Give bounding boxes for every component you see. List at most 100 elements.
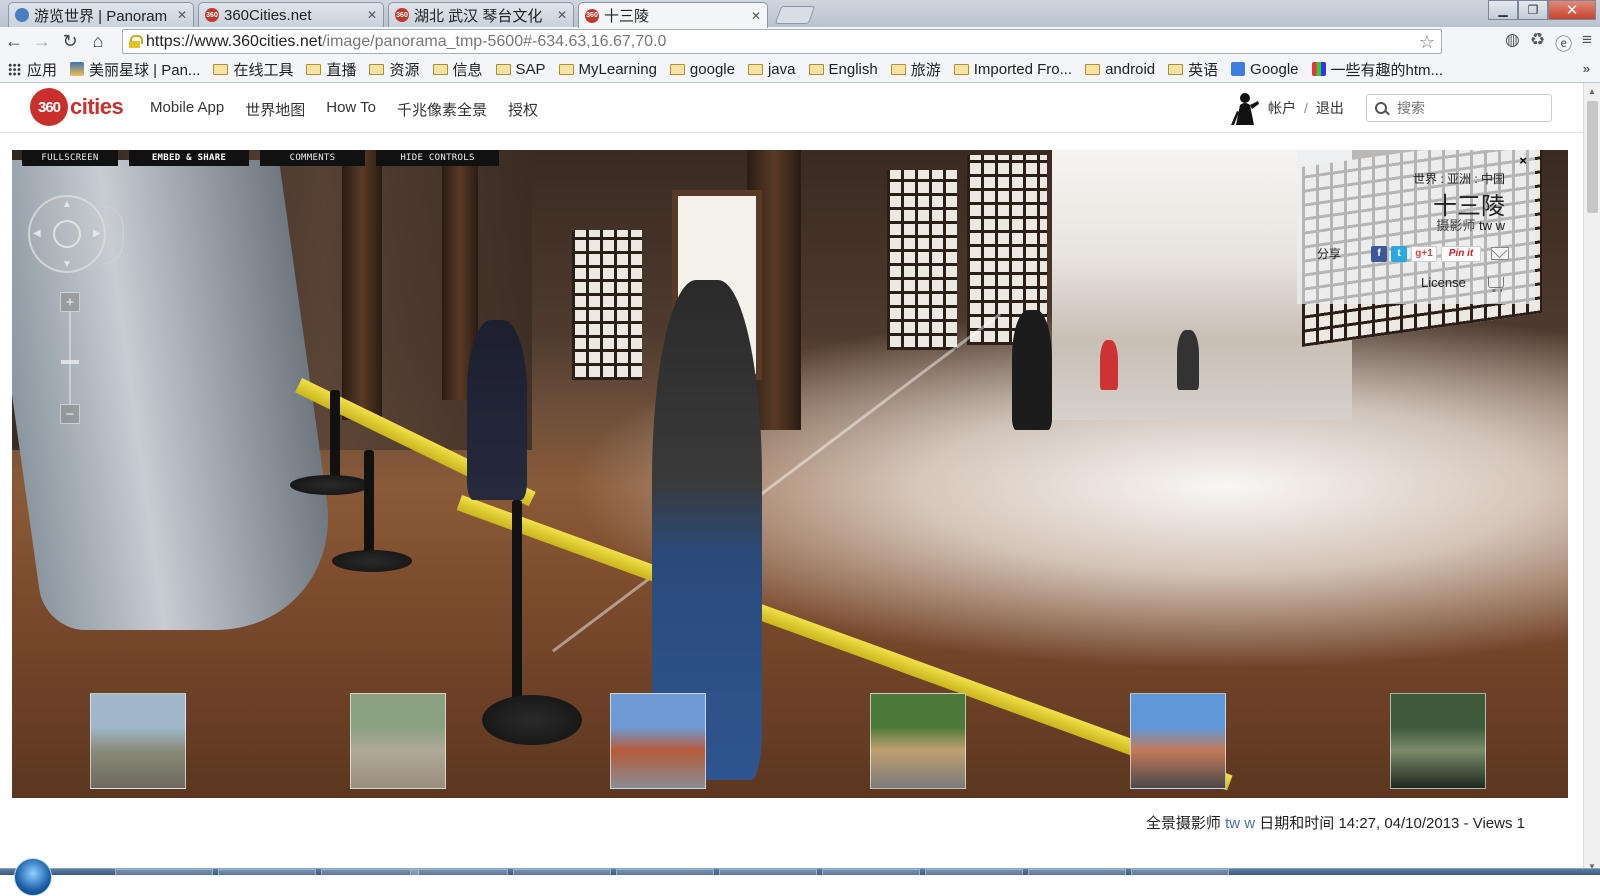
thumbnail-plaza-gate[interactable] xyxy=(610,693,706,789)
recycle-extension-icon[interactable]: ♻ xyxy=(1530,30,1545,55)
taskbar-item[interactable] xyxy=(410,869,508,875)
bookmark-folder[interactable]: Imported Fro... xyxy=(953,61,1072,78)
taskbar-item[interactable] xyxy=(1131,869,1229,875)
bookmark-google[interactable]: Google xyxy=(1231,61,1299,78)
bookmark-apps[interactable]: 应用 xyxy=(8,59,57,80)
taskbar-item[interactable] xyxy=(321,869,419,875)
bookmark-folder[interactable]: android xyxy=(1085,61,1155,78)
windows-start-button[interactable] xyxy=(14,858,52,896)
bookmarks-overflow-icon[interactable]: » xyxy=(1583,61,1590,76)
nav-license[interactable]: 授权 xyxy=(508,99,538,120)
zoom-slider[interactable] xyxy=(61,312,79,404)
bookmark-folder[interactable]: 信息 xyxy=(432,59,483,80)
zoom-in-button[interactable]: + xyxy=(60,292,80,312)
arrow-up-icon[interactable]: ▲ xyxy=(62,199,72,210)
taskbar-item[interactable] xyxy=(616,869,714,875)
search-icon[interactable] xyxy=(1375,102,1387,114)
browser-tab-3[interactable]: 360 湖北 武汉 琴台文化 ✕ xyxy=(388,2,574,27)
pan-control-ring[interactable]: ▲ ▼ ◀ ▶ xyxy=(28,195,106,273)
fullscreen-button[interactable]: FULLSCREEN xyxy=(22,150,118,166)
close-icon[interactable]: × xyxy=(1519,153,1527,168)
bookmark-folder[interactable]: 在线工具 xyxy=(213,59,293,80)
zoom-handle[interactable] xyxy=(61,360,79,364)
logout-link[interactable]: 退出 xyxy=(1316,98,1344,118)
tab-close-icon[interactable]: ✕ xyxy=(751,9,761,23)
address-bar[interactable]: https://www.360cities.net/image/panorama… xyxy=(122,29,1442,54)
globe-extension-icon[interactable]: ◍ xyxy=(1505,30,1520,55)
bookmark-folder[interactable]: java xyxy=(747,61,796,78)
pinterest-icon[interactable]: Pin it xyxy=(1441,245,1482,262)
menu-icon[interactable]: ≡ xyxy=(1582,30,1592,55)
scroll-up-icon[interactable]: ▲ xyxy=(1588,87,1596,96)
bookmark-folder[interactable]: SAP xyxy=(495,61,546,78)
taskbar-item[interactable] xyxy=(925,869,1023,875)
home-icon[interactable]: ⌂ xyxy=(84,31,112,52)
photographer-link[interactable]: tw w xyxy=(1479,218,1505,233)
minimize-button[interactable]: ▁ xyxy=(1488,0,1518,20)
panorama-viewer[interactable]: FULLSCREEN EMBED & SHARE COMMENTS HIDE C… xyxy=(12,150,1568,798)
location-breadcrumb[interactable]: 世界 : 亚洲 : 中国 xyxy=(1413,170,1505,187)
bookmark-folder[interactable]: English xyxy=(808,61,878,78)
nav-how-to[interactable]: How To xyxy=(326,99,376,120)
browser-tab-2[interactable]: 360 360Cities.net ✕ xyxy=(198,2,384,27)
arrow-right-icon[interactable]: ▶ xyxy=(93,228,101,239)
bookmark-folder[interactable]: google xyxy=(669,61,735,78)
tab-close-icon[interactable]: ✕ xyxy=(367,8,377,22)
maximize-button[interactable]: ❐ xyxy=(1518,0,1548,20)
bookmark-folder[interactable]: 直播 xyxy=(306,59,356,80)
taskbar-item[interactable] xyxy=(218,869,316,875)
taskbar-item[interactable] xyxy=(513,869,611,875)
nav-gigapixel[interactable]: 千兆像素全景 xyxy=(397,99,487,120)
account-link[interactable]: 帐户 xyxy=(1268,98,1296,118)
forward-arrow-icon[interactable]: → xyxy=(28,31,56,52)
embed-share-button[interactable]: EMBED & SHARE xyxy=(129,150,249,166)
ie-tab-extension-icon[interactable]: ⓔ xyxy=(1555,30,1572,55)
browser-tab-active[interactable]: 360 十三陵 ✕ xyxy=(578,2,768,28)
taskbar-item[interactable] xyxy=(822,869,920,875)
cart-icon[interactable] xyxy=(1487,277,1504,292)
thumbnail-green-cave[interactable] xyxy=(1390,693,1486,789)
hide-controls-button[interactable]: HIDE CONTROLS xyxy=(376,150,499,166)
new-tab-button[interactable] xyxy=(774,6,816,24)
google-plus-icon[interactable]: g+1 xyxy=(1411,245,1438,262)
bookmark-folder[interactable]: 英语 xyxy=(1168,59,1218,80)
taskbar-item[interactable] xyxy=(719,869,817,875)
bookmark-folder[interactable]: 旅游 xyxy=(890,59,941,80)
pan-center-icon[interactable] xyxy=(53,220,81,248)
taskbar-item[interactable] xyxy=(115,869,213,875)
taskbar-item[interactable] xyxy=(1028,869,1126,875)
scroll-thumb[interactable] xyxy=(1587,101,1598,213)
photographer-avatar-icon[interactable] xyxy=(1228,91,1260,125)
bookmark-site[interactable]: 一些有趣的htm... xyxy=(1311,59,1443,80)
license-link[interactable]: License xyxy=(1421,275,1466,290)
comments-button[interactable]: COMMENTS xyxy=(260,150,365,166)
site-favicon xyxy=(15,8,29,22)
tab-close-icon[interactable]: ✕ xyxy=(177,8,187,22)
tab-close-icon[interactable]: ✕ xyxy=(557,8,567,22)
bookmark-folder[interactable]: 资源 xyxy=(369,59,420,80)
page-scrollbar[interactable]: ▲ ▼ xyxy=(1583,83,1600,875)
bookmark-folder[interactable]: MyLearning xyxy=(558,61,657,78)
window-close-button[interactable]: ✕ xyxy=(1548,0,1596,20)
email-icon[interactable] xyxy=(1491,247,1510,260)
twitter-icon[interactable]: t xyxy=(1391,245,1408,262)
nav-world-map[interactable]: 世界地图 xyxy=(245,99,305,120)
360cities-logo[interactable]: 360 cities xyxy=(30,88,124,126)
nav-mobile-app[interactable]: Mobile App xyxy=(150,99,224,120)
thumbnail-stone-stele[interactable] xyxy=(350,693,446,789)
thumbnail-great-wall[interactable] xyxy=(90,693,186,789)
thumbnail-trees-crowd[interactable] xyxy=(870,693,966,789)
facebook-icon[interactable]: f xyxy=(1371,245,1388,262)
zoom-out-button[interactable]: − xyxy=(60,404,80,424)
reload-icon[interactable]: ↻ xyxy=(56,31,84,52)
bookmark-star-icon[interactable]: ☆ xyxy=(1419,32,1435,53)
bookmark-site[interactable]: 美丽星球 | Pan... xyxy=(70,59,200,80)
thumbnail-tourists-square[interactable] xyxy=(1130,693,1226,789)
search-input[interactable] xyxy=(1397,100,1537,116)
back-arrow-icon[interactable]: ← xyxy=(0,31,28,52)
bookmark-label: 应用 xyxy=(27,61,58,79)
arrow-left-icon[interactable]: ◀ xyxy=(33,228,41,239)
footer-photographer-link[interactable]: tw w xyxy=(1225,815,1255,832)
browser-tab-1[interactable]: 游览世界 | Panoram ✕ xyxy=(8,2,194,27)
arrow-down-icon[interactable]: ▼ xyxy=(62,259,72,270)
